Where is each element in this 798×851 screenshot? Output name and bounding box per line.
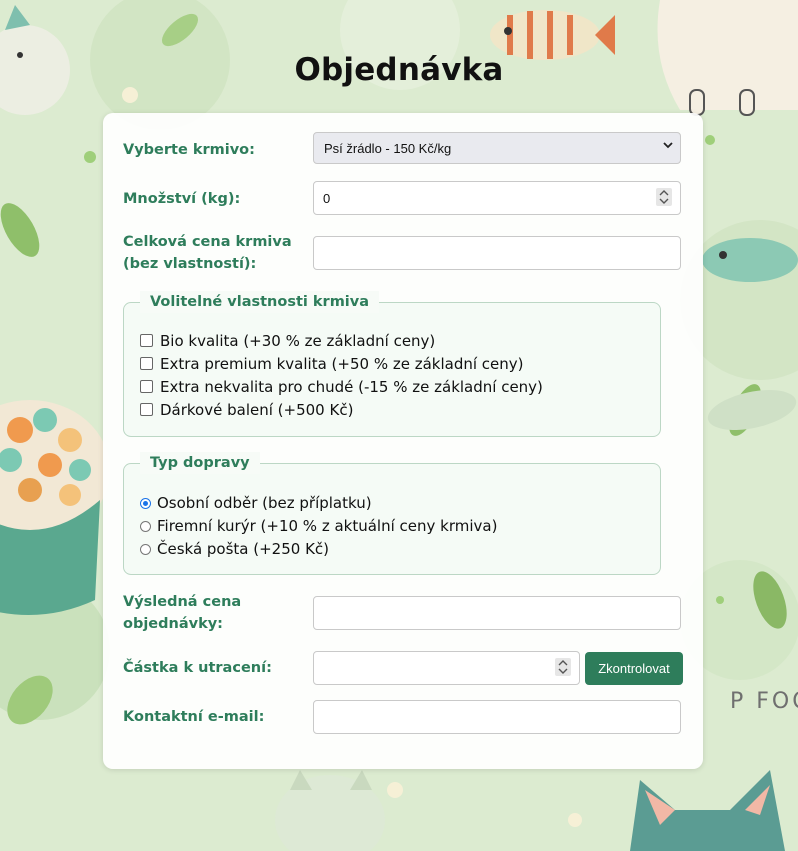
food-select[interactable]: Psí žrádlo - 150 Kč/kg <box>313 132 681 164</box>
delivery-option-courier[interactable]: Firemní kurýr (+10 % z aktuální ceny krm… <box>140 516 497 536</box>
check-button[interactable]: Zkontrolovat <box>585 652 683 685</box>
checkbox[interactable] <box>140 334 153 347</box>
final-price-label: Výsledná cena objednávky: <box>123 594 242 632</box>
budget-label: Částka k utracení: <box>123 660 272 676</box>
property-option-low-quality[interactable]: Extra nekvalita pro chudé (-15 % ze zákl… <box>140 377 543 397</box>
final-price-field[interactable] <box>313 596 681 630</box>
order-form: Vyberte krmivo: Psí žrádlo - 150 Kč/kg M… <box>103 113 703 769</box>
email-label: Kontaktní e-mail: <box>123 709 265 725</box>
delivery-legend: Typ dopravy <box>140 452 260 474</box>
radio[interactable] <box>140 521 151 532</box>
chevron-down-icon <box>663 142 673 149</box>
property-option-bio[interactable]: Bio kvalita (+30 % ze základní ceny) <box>140 331 435 351</box>
fish-illustration-right <box>702 238 798 282</box>
email-field[interactable] <box>313 700 681 734</box>
food-select-label: Vyberte krmivo: <box>123 142 255 158</box>
checkbox[interactable] <box>140 357 153 370</box>
page-title: Objednávka <box>294 52 504 88</box>
budget-input[interactable] <box>313 651 580 685</box>
delivery-option-post[interactable]: Česká pošta (+250 Kč) <box>140 539 329 559</box>
amount-stepper[interactable] <box>656 188 672 206</box>
checkbox[interactable] <box>140 380 153 393</box>
cat-illustration-bottom-right <box>630 770 785 851</box>
properties-legend: Volitelné vlastnosti krmiva <box>140 291 380 313</box>
food-select-value: Psí žrádlo - 150 Kč/kg <box>324 141 452 156</box>
radio-selected[interactable] <box>140 498 151 509</box>
property-option-gift[interactable]: Dárkové balení (+500 Kč) <box>140 400 353 420</box>
base-price-label: Celková cena krmiva (bez vlastností): <box>123 234 292 272</box>
properties-fieldset: Volitelné vlastnosti krmiva Bio kvalita … <box>123 291 661 437</box>
radio[interactable] <box>140 544 151 555</box>
food-bowl-illustration <box>0 400 110 615</box>
delivery-option-pickup[interactable]: Osobní odběr (bez příplatku) <box>140 493 372 513</box>
checkbox[interactable] <box>140 403 153 416</box>
property-option-premium[interactable]: Extra premium kvalita (+50 % ze základní… <box>140 354 524 374</box>
svg-text:P FOOD: P FOOD <box>730 689 798 714</box>
delivery-fieldset: Typ dopravy Osobní odběr (bez příplatku)… <box>123 452 661 575</box>
amount-input-value: 0 <box>323 191 331 206</box>
cat-illustration-bottom <box>275 770 385 851</box>
amount-label: Množství (kg): <box>123 191 241 207</box>
base-price-field[interactable] <box>313 236 681 270</box>
budget-stepper[interactable] <box>555 658 571 676</box>
amount-input[interactable]: 0 <box>313 181 681 215</box>
